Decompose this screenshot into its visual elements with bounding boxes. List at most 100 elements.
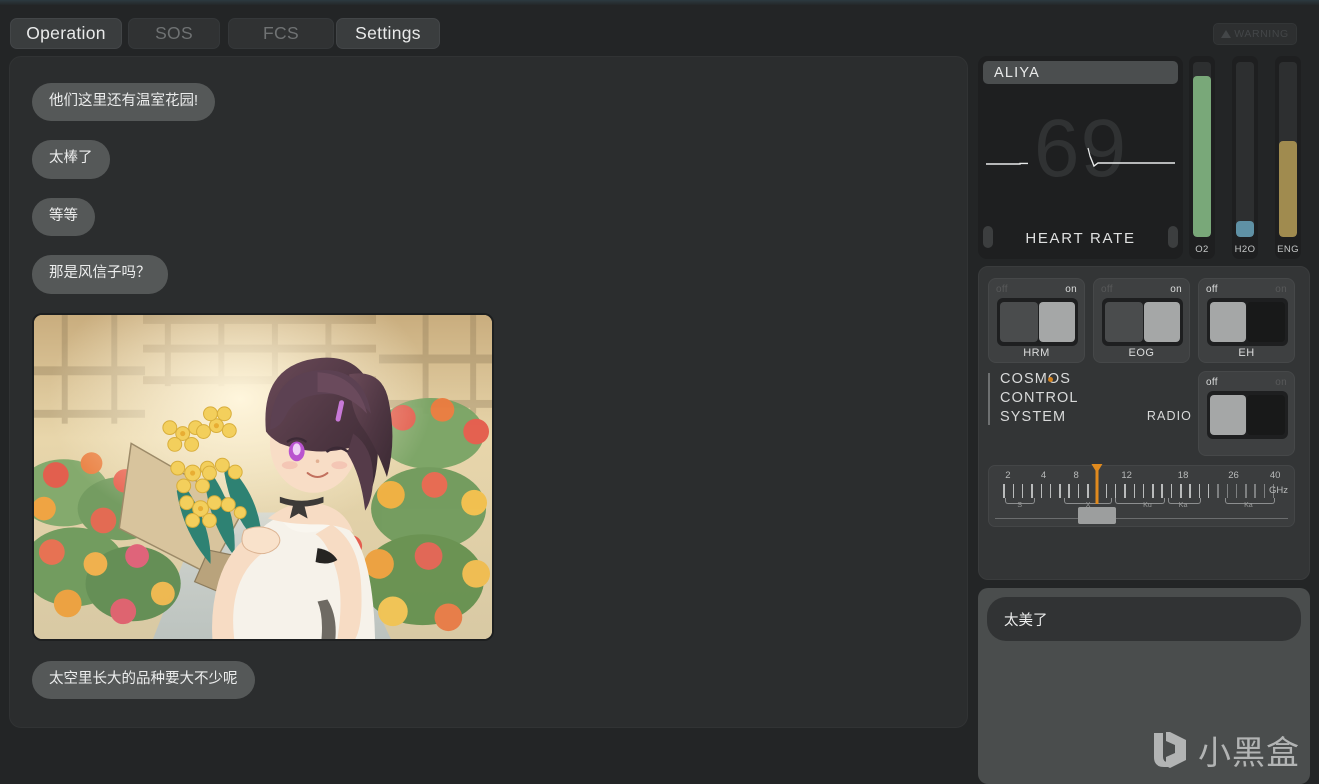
tab-sos[interactable]: SOS [128, 18, 220, 49]
switch-eog[interactable]: off on EOG [1093, 278, 1190, 363]
tab-operation-label: Operation [26, 23, 106, 43]
list-item [32, 312, 945, 641]
dial-tick [1021, 484, 1024, 498]
switch-eh[interactable]: off on EH [1198, 278, 1295, 363]
dial-tick [1077, 484, 1080, 498]
gauge-label-eng: ENG [1277, 244, 1299, 255]
dial-number: 8 [1073, 470, 1079, 481]
ekg-waveform [986, 147, 1175, 168]
chat-bubble: 太空里长大的品种要大不少呢 [32, 660, 255, 699]
switch-lever[interactable] [1210, 302, 1246, 342]
right-sidebar: ALIYA 69 HEART RATE O2 H2O ENG off on HR… [978, 56, 1310, 784]
list-item: 太棒了 [32, 140, 945, 197]
radio-frequency-dial[interactable]: 2 4 8 12 18 26 40 S X Ku Ka Ka GHz [988, 464, 1295, 527]
dial-tick [1031, 484, 1033, 498]
switch-hrm[interactable]: off on HRM [988, 278, 1085, 363]
switch-lever[interactable] [1210, 395, 1246, 435]
dial-tick [1068, 484, 1070, 498]
switch-off-label: off [1206, 377, 1218, 388]
watermark: 小黑盒 [1151, 726, 1300, 774]
gauge-label-o2: O2 [1195, 244, 1209, 255]
switch-on-label: on [1170, 284, 1182, 295]
list-item: 等等 [32, 197, 945, 255]
switch-lever[interactable] [1039, 302, 1075, 342]
dial-tick [1189, 484, 1191, 498]
list-item: 那是风信子吗？ [32, 255, 945, 312]
gauge-fill [1236, 221, 1254, 237]
reply-message-text: 太美了 [1004, 612, 1048, 629]
dial-tick [1207, 484, 1210, 498]
dial-tick [1170, 484, 1173, 498]
dial-band-label: Ka [1178, 502, 1188, 509]
crew-name-plate: ALIYA [983, 61, 1178, 84]
list-item: 太空里长大的品种要大不少呢 [32, 660, 945, 718]
accent-dot-icon [1048, 377, 1053, 382]
heart-rate-monitor: ALIYA 69 HEART RATE [978, 56, 1183, 259]
radio-section-label: RADIO [1146, 409, 1192, 423]
chat-bubble: 等等 [32, 197, 95, 237]
tab-fcs[interactable]: FCS [228, 18, 334, 49]
dial-tick [1142, 484, 1145, 498]
switch-body[interactable] [1207, 298, 1288, 346]
heart-rate-label: HEART RATE [1025, 230, 1136, 247]
reply-message-bubble[interactable]: 太美了 [987, 597, 1301, 641]
switch-body[interactable] [1207, 391, 1288, 439]
switch-well [1105, 302, 1143, 342]
dial-number: 26 [1228, 470, 1239, 481]
dial-number: 12 [1121, 470, 1132, 481]
system-title-block: COSMOS CONTROL SYSTEM RADIO [988, 371, 1192, 434]
switch-body[interactable] [997, 298, 1078, 346]
switch-name-eog: EOG [1128, 347, 1155, 359]
dial-tick [1198, 484, 1201, 498]
gauge-eng: ENG [1275, 56, 1301, 259]
dial-tick [1012, 484, 1015, 498]
system-title-line-1: COSMOS [1000, 371, 1072, 387]
dial-number: 18 [1177, 470, 1189, 481]
switch-captions: off on [996, 284, 1077, 296]
list-item: 他们这里还有温室花园! [32, 83, 945, 140]
switch-name-hrm: HRM [1023, 347, 1050, 359]
dial-tick [1180, 484, 1182, 498]
dial-knob-handle[interactable] [1077, 507, 1116, 524]
switch-lever[interactable] [1144, 302, 1180, 342]
tab-fcs-label: FCS [263, 23, 299, 43]
warning-button[interactable]: WARNING [1213, 23, 1297, 45]
heybox-logo-icon [1154, 732, 1186, 768]
dial-band-label: S [1017, 502, 1023, 509]
chat-bubble: 太棒了 [32, 140, 110, 179]
chat-bubble: 他们这里还有温室花园! [32, 83, 216, 122]
dial-band-label: Ku [1143, 502, 1152, 509]
tab-settings-label: Settings [355, 23, 421, 43]
switch-name-eh: EH [1238, 347, 1255, 359]
dial-tick [1161, 484, 1163, 498]
switch-off-label: off [996, 284, 1008, 295]
switch-well [1247, 395, 1285, 435]
chat-panel: 他们这里还有温室花园! 太棒了 等等 那是风信子吗？ 太空里长大的品种要大不少呢 [9, 56, 968, 728]
warning-triangle-icon [1221, 30, 1232, 38]
dial-tick-marks [993, 484, 1290, 498]
gauge-o2: O2 [1189, 56, 1215, 259]
tab-operation[interactable]: Operation [10, 18, 122, 49]
chat-image-attachment[interactable] [32, 312, 494, 641]
dial-needle-cap-icon [1091, 464, 1103, 473]
dial-tick [1152, 484, 1154, 498]
tab-settings[interactable]: Settings [336, 18, 440, 49]
switch-well [1247, 302, 1285, 342]
switch-radio[interactable]: off on [1198, 371, 1295, 456]
switch-body[interactable] [1102, 298, 1183, 346]
tab-sos-label: SOS [155, 23, 193, 43]
dial-tick [1217, 484, 1219, 498]
dial-band-bracket [1114, 498, 1166, 504]
dial-tick [1114, 484, 1117, 498]
dial-tick [1049, 484, 1052, 498]
dial-tick [1245, 484, 1247, 498]
gauge-fill [1279, 140, 1297, 237]
chat-message-list[interactable]: 他们这里还有温室花园! 太棒了 等等 那是风信子吗？ 太空里长大的品种要大不少呢 [10, 57, 967, 727]
dial-number: 2 [1005, 470, 1011, 481]
dial-tick [1226, 484, 1228, 498]
switch-captions: off on [1206, 284, 1287, 296]
switch-on-label: on [1275, 284, 1287, 295]
chat-bubble: 那是风信子吗？ [32, 255, 168, 294]
dial-number: 40 [1269, 470, 1281, 481]
dial-tick [1133, 484, 1136, 498]
